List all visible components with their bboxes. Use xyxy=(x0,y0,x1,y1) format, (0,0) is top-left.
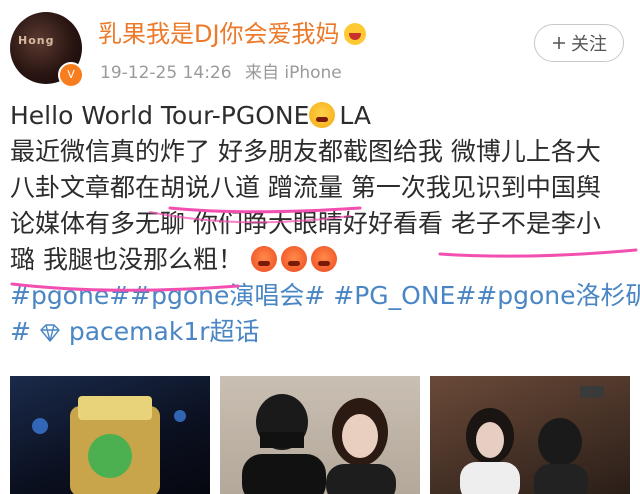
username-text: 乳果我是DJ你会爱我妈 xyxy=(98,20,340,48)
post-body: Hello World Tour-PGONE LA 最近微信真的炸了 好多朋友都截… xyxy=(10,98,640,350)
hashtag-link[interactable]: #pgone##pgone演唱会# #PG_ONE##pgone洛杉矶 xyxy=(10,278,640,314)
post-line: 璐 我腿也没那么粗！ xyxy=(10,242,634,278)
angry-emoji-icon xyxy=(310,246,337,272)
supertopic-link[interactable]: # pacemak1r超话 xyxy=(10,314,634,350)
angry-emoji-icon xyxy=(280,246,307,272)
selfie-photo xyxy=(242,394,396,494)
post-text-segment: 璐 我腿也没那么粗！ xyxy=(10,245,243,274)
angry-face-icon xyxy=(343,23,366,45)
photo-thumbnail[interactable] xyxy=(220,376,420,494)
diamond-icon xyxy=(40,324,60,342)
post-text-segment: LA xyxy=(339,101,371,130)
username[interactable]: 乳果我是DJ你会爱我妈 xyxy=(98,14,366,49)
plus-icon xyxy=(553,37,565,49)
avatar-label: Hong xyxy=(18,34,55,47)
source: 来自 iPhone xyxy=(244,63,342,83)
post-line: 八卦文章都在胡说八道 蹭流量 第一次我见识到中国舆 xyxy=(10,173,601,202)
follow-label: 关注 xyxy=(571,34,607,55)
stage-photo xyxy=(32,396,186,494)
post-meta: 19-12-25 14:26 来自 iPhone xyxy=(100,58,342,83)
timestamp: 19-12-25 14:26 xyxy=(100,63,232,83)
photo-thumbnail[interactable] xyxy=(10,376,210,494)
follow-button[interactable]: 关注 xyxy=(534,24,624,62)
vip-badge-icon: V xyxy=(58,62,84,88)
photo-grid xyxy=(10,376,630,494)
tag-text: pacemak1r超话 xyxy=(68,317,260,346)
grimace-emoji-icon xyxy=(309,102,336,128)
angry-emoji-icon xyxy=(250,246,277,272)
post-text-segment: Hello World Tour-PGONE xyxy=(10,101,310,130)
post-line: 论媒体有多无聊 你们睁大眼睛好好看看 老子不是李小 xyxy=(10,209,601,238)
post-line: Hello World Tour-PGONE LA xyxy=(10,98,634,134)
concert-photo xyxy=(460,386,604,494)
photo-thumbnail[interactable] xyxy=(430,376,630,494)
tag-hash: # xyxy=(10,317,31,346)
post-line: 最近微信真的炸了 好多朋友都截图给我 微博儿上各大 xyxy=(10,137,601,166)
